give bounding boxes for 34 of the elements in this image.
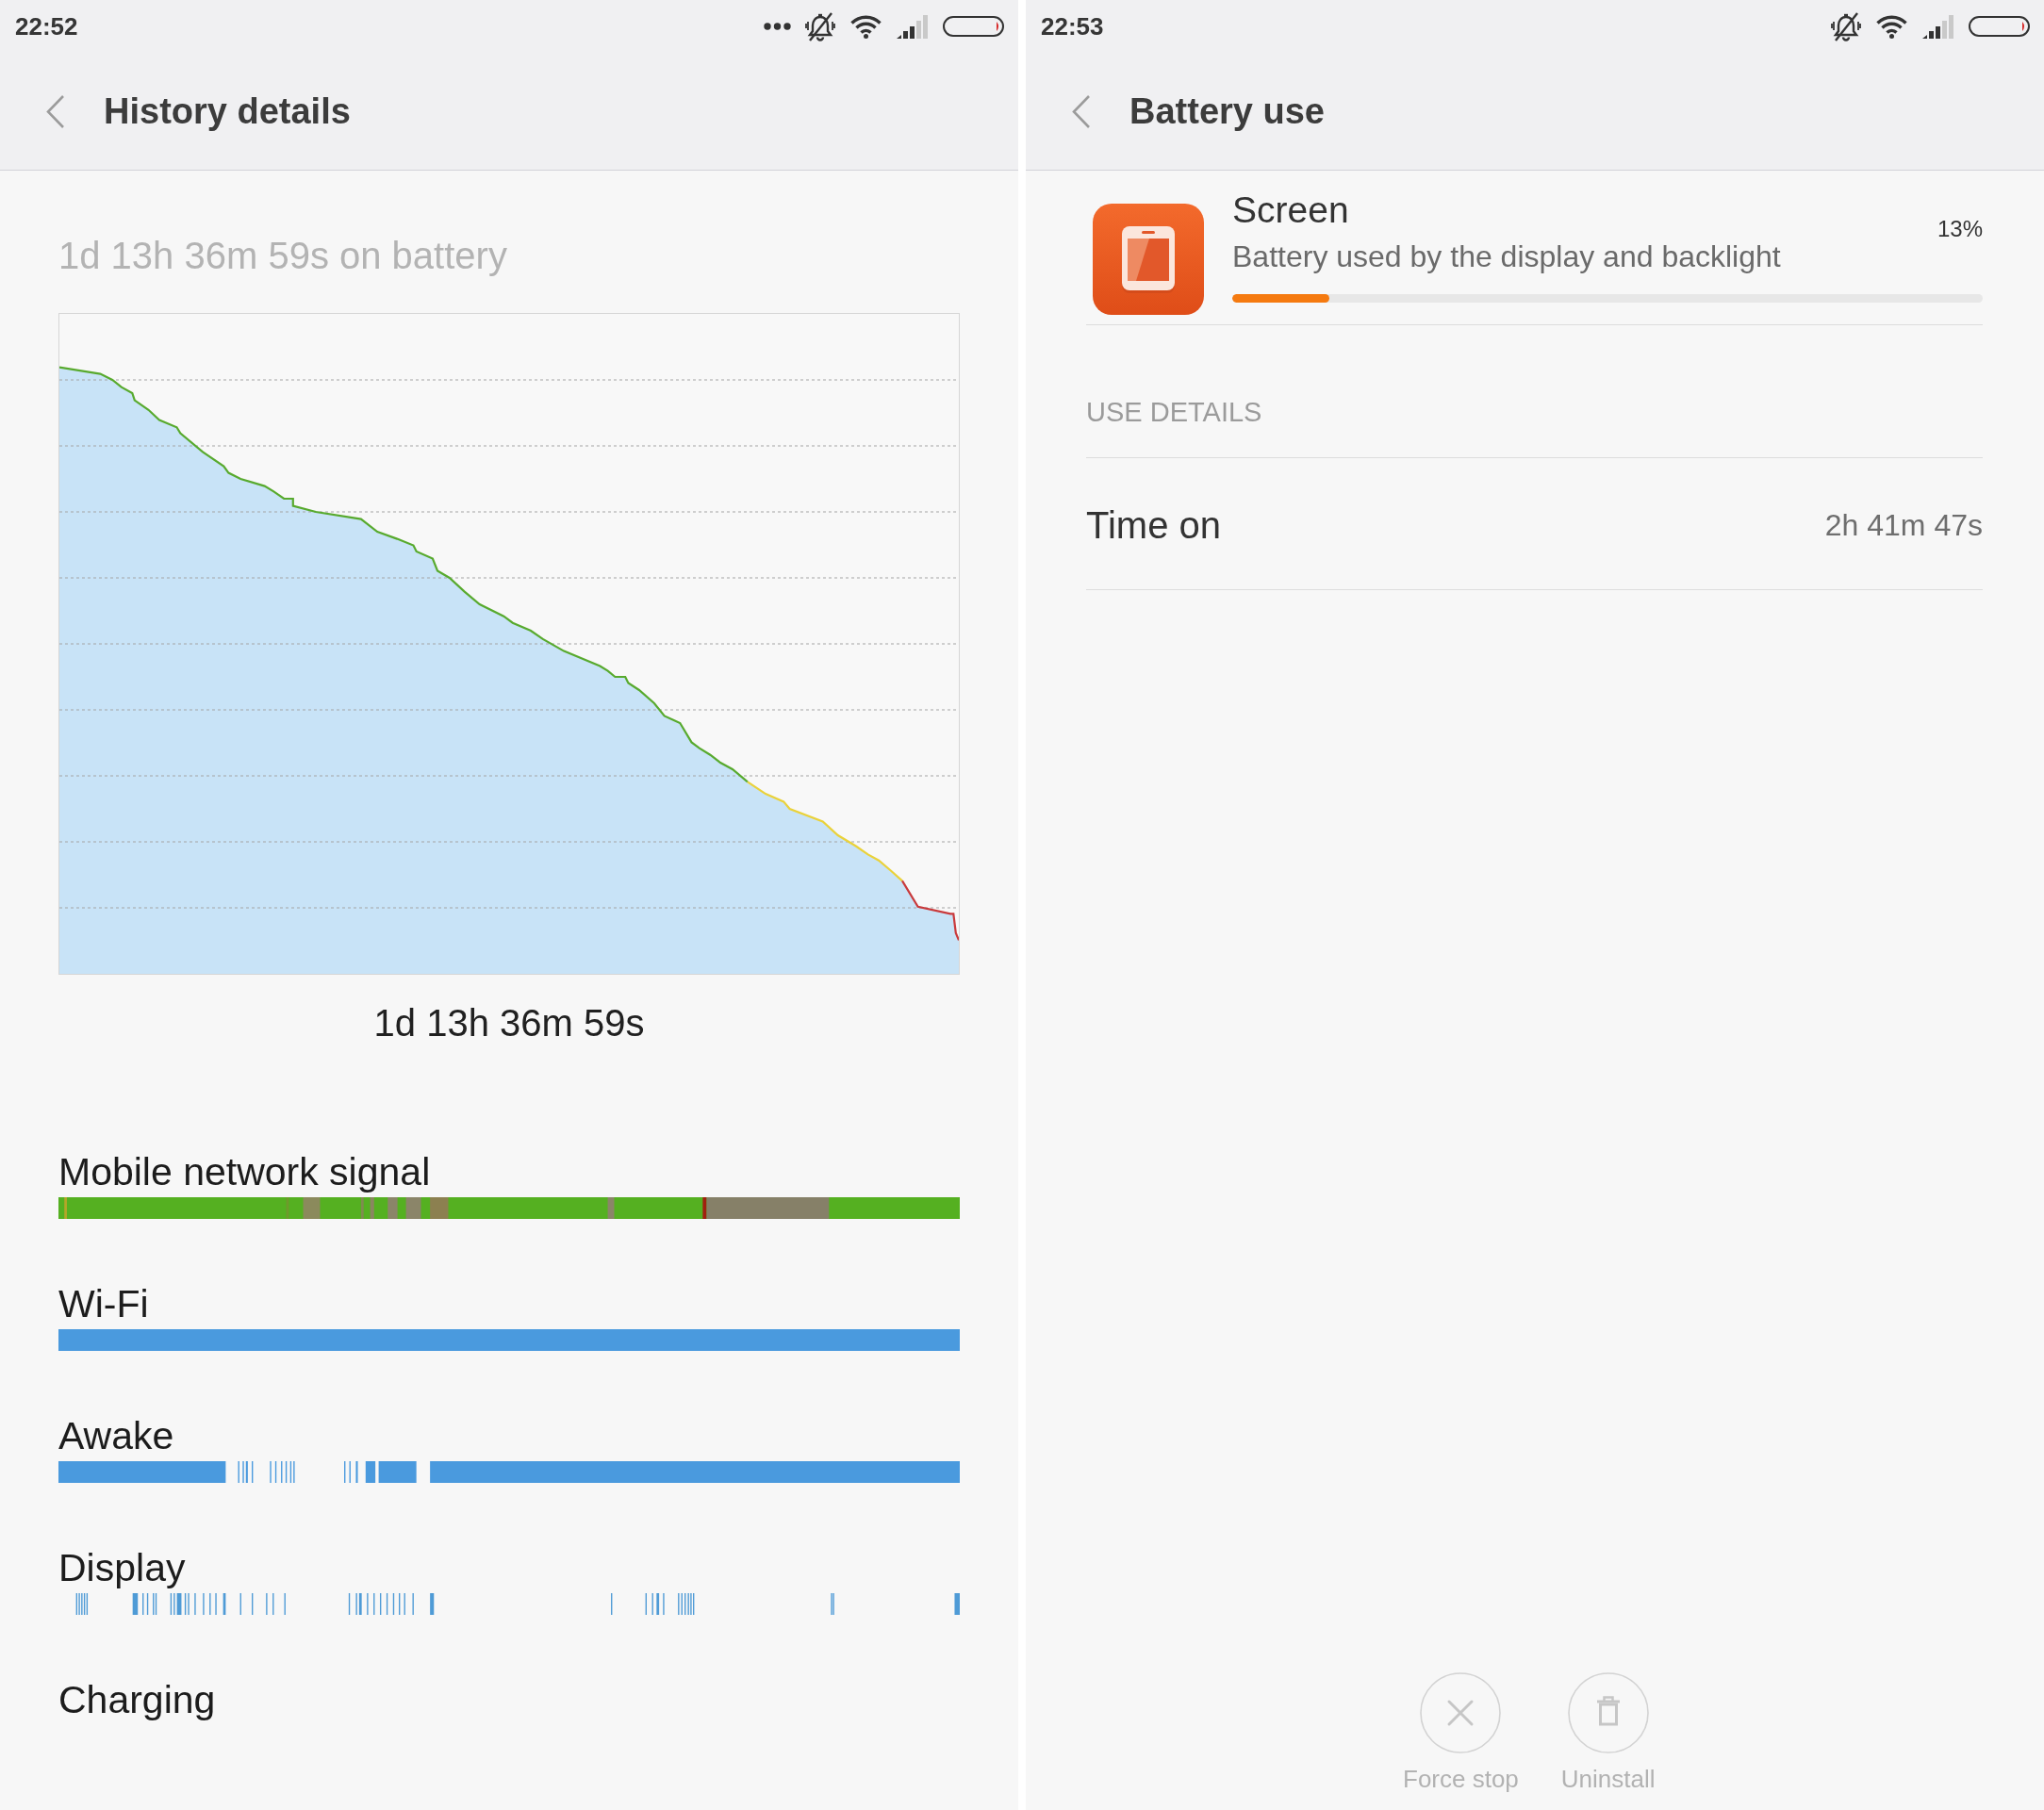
app-description: Battery used by the display and backlight [1232, 239, 1781, 274]
page-title: Battery use [1129, 90, 1325, 133]
usage-percent: 13% [1937, 215, 1983, 243]
status-time: 22:52 [15, 12, 78, 41]
phone-icon [1093, 204, 1204, 315]
timeline-label: Wi-Fi [58, 1282, 149, 1325]
back-button[interactable] [45, 93, 65, 129]
page-title: History details [104, 90, 351, 133]
duration-label: 1d 13h 36m 59s [373, 1002, 645, 1044]
signal-icon [1922, 14, 1954, 39]
trash-icon [1567, 1672, 1649, 1753]
timeline-label: Charging [58, 1678, 216, 1721]
detail-value: 2h 41m 47s [1824, 507, 1983, 543]
stop-button[interactable]: Force stop [1403, 1672, 1519, 1793]
wifi-icon [1875, 14, 1908, 39]
battery-icon [1969, 16, 2030, 37]
back-icon [1071, 93, 1091, 129]
timeline-label: Mobile network signal [58, 1150, 431, 1193]
timeline-label: Display [58, 1546, 186, 1589]
muted-bell-icon [1831, 10, 1861, 42]
battery-icon [943, 16, 1004, 37]
wifi-icon [849, 14, 882, 39]
back-icon [45, 93, 65, 129]
status-time: 22:53 [1041, 12, 1104, 41]
signal-icon [897, 14, 929, 39]
app-name: Screen [1232, 189, 1349, 232]
close-icon [1420, 1672, 1502, 1753]
muted-bell-icon [805, 10, 835, 42]
back-button[interactable] [1071, 93, 1091, 129]
detail-label: Time on [1086, 503, 1221, 547]
timeline-label: Awake [58, 1414, 174, 1457]
battery-summary: 1d 13h 36m 59s on battery [58, 234, 507, 277]
section-title: USE DETAILS [1086, 396, 1262, 429]
uninstall-button[interactable]: Uninstall [1560, 1672, 1656, 1793]
